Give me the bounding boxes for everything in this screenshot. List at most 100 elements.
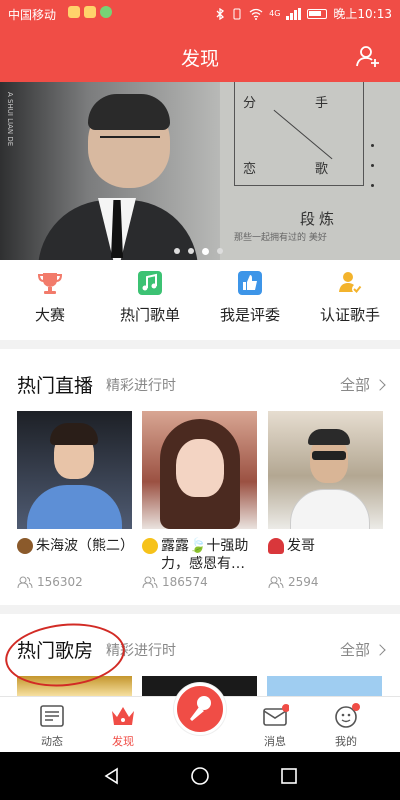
carrier-label: 中国移动 bbox=[8, 8, 57, 22]
page-title: 发现 bbox=[180, 48, 219, 70]
chevron-right-icon bbox=[374, 379, 386, 391]
see-all-link[interactable]: 全部 bbox=[339, 639, 386, 660]
pager-dot-active[interactable] bbox=[202, 248, 209, 255]
section-subtitle: 精彩进行时 bbox=[106, 378, 176, 394]
pager-dot[interactable] bbox=[217, 248, 223, 254]
box-char-1: 分 bbox=[243, 96, 257, 111]
banner-pager[interactable] bbox=[174, 248, 223, 255]
people-icon bbox=[142, 576, 158, 588]
battery-icon bbox=[307, 8, 328, 19]
see-all-label: 全部 bbox=[339, 376, 370, 394]
see-all-label: 全部 bbox=[339, 641, 370, 659]
quick-action-label: 热门歌单 bbox=[119, 306, 180, 324]
box-char-2: 手 bbox=[315, 96, 329, 111]
quick-action-label: 大赛 bbox=[34, 306, 65, 324]
chevron-right-icon bbox=[374, 644, 386, 656]
microphone-icon bbox=[190, 696, 211, 721]
tab-discover[interactable]: 发现 bbox=[93, 703, 153, 749]
wifi-icon bbox=[249, 8, 263, 20]
bluetooth-icon bbox=[216, 7, 225, 20]
mail-icon bbox=[263, 704, 289, 726]
live-name: 露露🍃十强助力，感恩有… bbox=[161, 538, 249, 572]
status-bar: 中国移动 4G 晚上10:13 bbox=[0, 0, 400, 28]
box-char-4: 歌 bbox=[315, 162, 329, 177]
quick-action-hot-playlist[interactable]: 热门歌单 bbox=[100, 270, 200, 325]
people-icon bbox=[17, 576, 33, 588]
hot-live-section: 热门直播 精彩进行时 全部 朱海波（熊二） 156302 露露🍃十强助力，感恩有… bbox=[0, 349, 400, 605]
message-notification-icon bbox=[100, 6, 112, 18]
live-list: 朱海波（熊二） 156302 露露🍃十强助力，感恩有… 186574 发哥 25… bbox=[17, 411, 387, 601]
tab-label: 我的 bbox=[335, 735, 357, 748]
viewer-count-value: 156302 bbox=[37, 575, 83, 589]
banner-artist: 段炼 bbox=[300, 210, 339, 228]
tab-label: 发现 bbox=[112, 735, 134, 748]
album-title-box: 分 手 恋 歌 bbox=[234, 82, 364, 186]
viewer-count: 186574 bbox=[142, 575, 257, 589]
crown-icon bbox=[112, 707, 134, 725]
tab-me[interactable]: 我的 bbox=[316, 703, 376, 749]
box-char-3: 恋 bbox=[243, 162, 257, 177]
viewer-count: 156302 bbox=[17, 575, 132, 589]
music-note-icon bbox=[138, 271, 162, 295]
live-card[interactable]: 朱海波（熊二） 156302 bbox=[17, 411, 132, 589]
viewer-count: 2594 bbox=[268, 575, 383, 589]
clock: 晚上10:13 bbox=[333, 7, 392, 21]
room-card[interactable] bbox=[267, 676, 382, 696]
feed-icon bbox=[40, 705, 64, 727]
singer-glasses bbox=[100, 136, 160, 154]
banner-side-text: A SHUI LIAN DE bbox=[6, 92, 14, 147]
live-thumbnail bbox=[17, 411, 132, 529]
app-notification-icon bbox=[68, 6, 80, 18]
back-icon[interactable] bbox=[102, 766, 122, 786]
live-name: 朱海波（熊二） bbox=[36, 538, 132, 554]
quick-action-contest[interactable]: 大赛 bbox=[0, 270, 100, 325]
photo-notification-icon bbox=[84, 6, 96, 18]
user-add-icon[interactable] bbox=[356, 44, 380, 68]
tab-label: 消息 bbox=[264, 735, 286, 748]
quick-action-verified-singer[interactable]: 认证歌手 bbox=[300, 270, 400, 325]
trophy-icon bbox=[37, 273, 63, 294]
live-name: 发哥 bbox=[287, 538, 315, 554]
system-nav-bar bbox=[0, 752, 400, 800]
tab-messages[interactable]: 消息 bbox=[245, 703, 305, 749]
tab-label: 动态 bbox=[41, 735, 63, 748]
sing-button[interactable] bbox=[174, 683, 226, 735]
singer-hair bbox=[88, 94, 170, 130]
viewer-count-value: 186574 bbox=[162, 575, 208, 589]
notification-icons bbox=[68, 6, 112, 18]
thumbs-up-icon bbox=[238, 271, 262, 295]
discover-screen: 中国移动 4G 晚上10:13 发现 A SHUI LIAN DE 分 手 恋 … bbox=[0, 0, 400, 800]
people-icon bbox=[268, 576, 284, 588]
live-name-row: 露露🍃十强助力，感恩有… bbox=[142, 537, 257, 573]
viewer-count-value: 2594 bbox=[288, 575, 319, 589]
live-thumbnail bbox=[268, 411, 383, 529]
sun-emoji-icon bbox=[142, 538, 158, 554]
quick-actions: 大赛 热门歌单 我是评委 认证歌手 bbox=[0, 260, 400, 340]
profile-icon bbox=[335, 703, 360, 728]
quick-action-label: 我是评委 bbox=[219, 306, 280, 324]
vibrate-icon bbox=[233, 8, 241, 19]
live-thumbnail bbox=[142, 411, 257, 529]
live-name-row: 朱海波（熊二） bbox=[17, 537, 132, 573]
bear-emoji-icon bbox=[17, 538, 33, 554]
pager-dot[interactable] bbox=[188, 248, 194, 254]
signal-icon bbox=[286, 7, 302, 20]
quick-action-label: 认证歌手 bbox=[319, 306, 380, 324]
promo-banner[interactable]: A SHUI LIAN DE 分 手 恋 歌 段炼 那些一起拥有过的 美好 bbox=[0, 82, 400, 260]
quick-action-judge[interactable]: 我是评委 bbox=[200, 270, 300, 325]
live-card[interactable]: 露露🍃十强助力，感恩有… 186574 bbox=[142, 411, 257, 589]
network-type: 4G bbox=[269, 9, 281, 18]
home-icon[interactable] bbox=[190, 766, 210, 786]
live-name-row: 发哥 bbox=[268, 537, 383, 573]
status-right: 4G 晚上10:13 bbox=[215, 5, 392, 22]
live-card[interactable]: 发哥 2594 bbox=[268, 411, 383, 589]
top-bar: 中国移动 4G 晚上10:13 发现 bbox=[0, 0, 400, 82]
recents-icon[interactable] bbox=[279, 766, 299, 786]
section-title: 热门直播 bbox=[17, 375, 94, 397]
banner-decor-dots bbox=[371, 144, 374, 187]
pager-dot[interactable] bbox=[174, 248, 180, 254]
tab-feed[interactable]: 动态 bbox=[22, 703, 82, 749]
banner-subtitle: 那些一起拥有过的 美好 bbox=[234, 233, 327, 243]
see-all-link[interactable]: 全部 bbox=[339, 374, 386, 395]
box-divider bbox=[273, 109, 333, 160]
